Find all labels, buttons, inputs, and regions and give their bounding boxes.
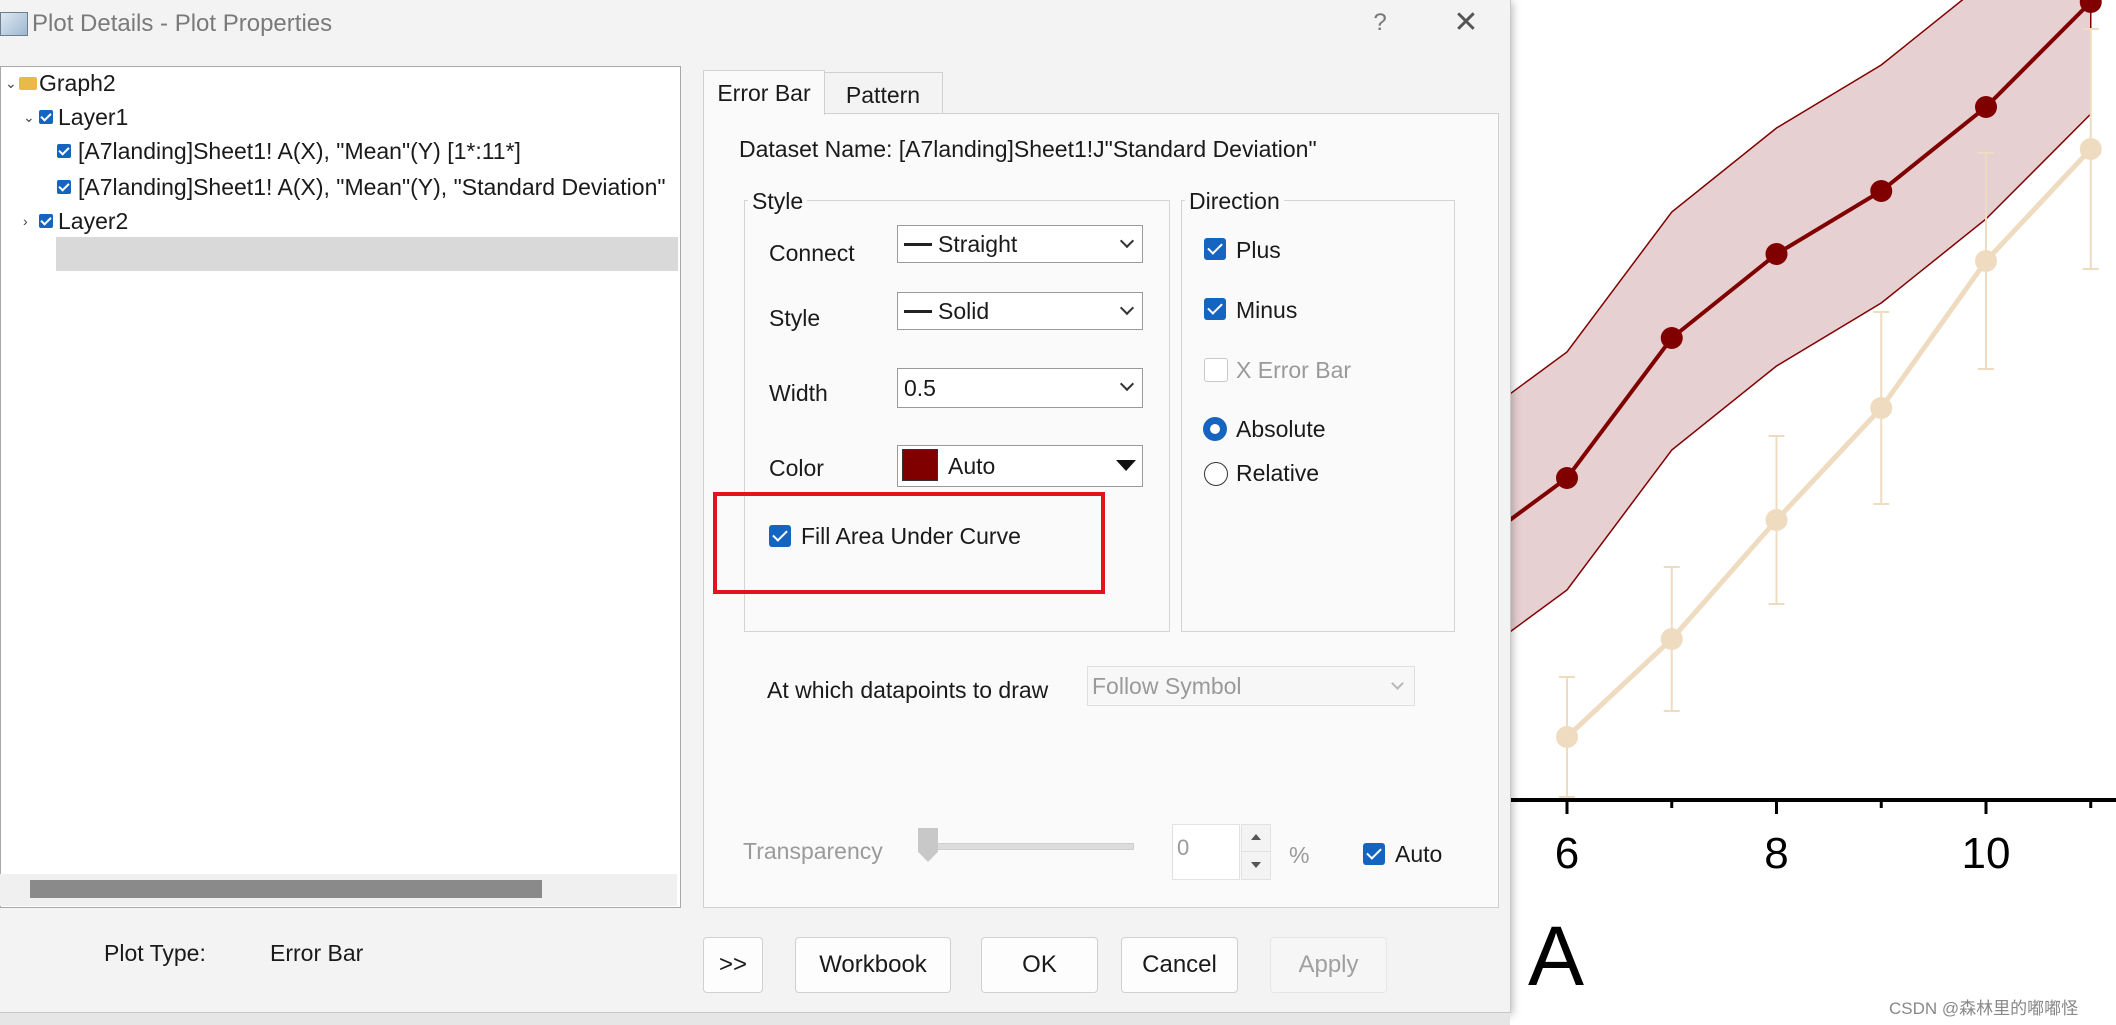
series-dark-point xyxy=(1765,243,1788,265)
series-light-point xyxy=(1870,397,1893,419)
triangle-up-icon xyxy=(1251,834,1261,840)
checkbox-icon[interactable] xyxy=(39,110,53,124)
color-swatch xyxy=(902,449,938,481)
x-axis-title: A xyxy=(1528,909,1585,1003)
plot-type-label: Plot Type: xyxy=(104,940,206,966)
plot-tree[interactable]: ⌄ Graph2 ⌄ Layer1 [A7landing]Sheet1! A(X… xyxy=(0,66,681,908)
taskbar-strip xyxy=(0,1013,1510,1025)
series-dark-point xyxy=(1556,467,1578,489)
x-tick-label: 6 xyxy=(1555,829,1579,878)
plus-label: Plus xyxy=(1236,237,1281,263)
graph-plot: 6 8 10 xyxy=(1500,0,2116,878)
color-label: Color xyxy=(769,455,824,481)
chevron-down-icon[interactable]: ⌄ xyxy=(23,110,35,124)
line-sample-icon xyxy=(904,310,932,313)
series-light-point xyxy=(1975,250,1997,272)
tree-item-label: Layer1 xyxy=(58,104,129,130)
x-tick-label: 10 xyxy=(1962,829,2011,878)
triangle-down-icon xyxy=(1251,862,1261,868)
direction-group-title: Direction xyxy=(1185,188,1284,215)
transparency-input[interactable]: 0 xyxy=(1172,824,1240,880)
datapoints-select[interactable]: Follow Symbol xyxy=(1087,666,1415,706)
line-sample-icon xyxy=(904,243,932,246)
color-select[interactable]: Auto xyxy=(897,445,1143,487)
checkbox-icon[interactable] xyxy=(57,144,71,158)
percent-unit: % xyxy=(1289,842,1310,868)
connect-label: Connect xyxy=(769,240,855,266)
tree-item-label: Layer2 xyxy=(58,208,129,234)
tab-pattern[interactable]: Pattern xyxy=(823,72,943,113)
checkbox-icon[interactable] xyxy=(39,214,53,228)
series-dark-point xyxy=(1660,327,1683,349)
chevron-down-icon xyxy=(1119,300,1135,316)
transparency-label: Transparency xyxy=(743,838,883,864)
close-button[interactable]: ✕ xyxy=(1444,4,1488,42)
x-error-bar-label: X Error Bar xyxy=(1236,357,1352,383)
plot-type-value: Error Bar xyxy=(270,940,364,966)
x-error-bar-checkbox[interactable] xyxy=(1204,358,1228,382)
transparency-auto-label: Auto xyxy=(1395,841,1443,867)
width-select[interactable]: 0.5 xyxy=(897,368,1143,408)
plot-details-dialog: Plot Details - Plot Properties ? ✕ ⌄ Gra… xyxy=(0,0,1511,1013)
help-button[interactable]: ? xyxy=(1360,6,1400,40)
style-label: Style xyxy=(769,305,821,331)
chevron-down-icon xyxy=(1391,677,1404,690)
triangle-down-icon xyxy=(1116,460,1136,471)
apply-button[interactable]: Apply xyxy=(1270,937,1387,993)
plus-checkbox[interactable] xyxy=(1204,238,1226,260)
tree-selection-highlight xyxy=(56,237,678,271)
connect-select[interactable]: Straight xyxy=(897,225,1143,263)
width-label: Width xyxy=(769,380,828,406)
absolute-radio[interactable] xyxy=(1203,417,1227,441)
series-light-point xyxy=(1765,509,1788,531)
spin-down-button[interactable] xyxy=(1241,851,1271,880)
expand-button[interactable]: >> xyxy=(703,937,763,993)
chevron-right-icon[interactable]: › xyxy=(23,214,35,228)
absolute-label: Absolute xyxy=(1236,416,1326,442)
transparency-auto-checkbox[interactable] xyxy=(1363,843,1385,865)
chevron-down-icon xyxy=(1119,233,1135,249)
title-bar: Plot Details - Plot Properties ? ✕ xyxy=(0,0,1510,48)
watermark: CSDN @森林里的嘟嘟怪 xyxy=(1889,999,2079,1018)
connect-value: Straight xyxy=(938,231,1018,257)
series-light-point xyxy=(1556,726,1578,748)
relative-radio[interactable] xyxy=(1204,462,1228,486)
datapoints-value: Follow Symbol xyxy=(1092,673,1242,699)
error-band xyxy=(1500,0,2092,641)
app-icon xyxy=(0,12,28,36)
tree-item-label: [A7landing]Sheet1! A(X), "Mean"(Y) [1*:1… xyxy=(78,138,521,164)
tree-item-label: [A7landing]Sheet1! A(X), "Mean"(Y), "Sta… xyxy=(78,174,666,200)
color-value: Auto xyxy=(948,453,996,479)
datapoints-label: At which datapoints to draw xyxy=(767,677,1049,703)
series-light-point xyxy=(2079,138,2102,160)
series-dark-point xyxy=(1870,180,1893,202)
line-style-value: Solid xyxy=(938,298,990,324)
tab-error-bar[interactable]: Error Bar xyxy=(703,70,825,115)
spin-up-button[interactable] xyxy=(1241,824,1271,852)
dataset-name: Dataset Name: [A7landing]Sheet1!J"Standa… xyxy=(739,136,1317,162)
cancel-button[interactable]: Cancel xyxy=(1121,937,1238,993)
window-title: Plot Details - Plot Properties xyxy=(32,10,333,37)
tree-item-label: Graph2 xyxy=(39,70,116,96)
minus-label: Minus xyxy=(1236,297,1298,323)
minus-checkbox[interactable] xyxy=(1204,298,1226,320)
relative-label: Relative xyxy=(1236,460,1320,486)
transparency-slider-track[interactable] xyxy=(918,843,1134,850)
x-tick-label: 8 xyxy=(1764,829,1788,878)
width-value: 0.5 xyxy=(904,375,936,401)
workbook-button[interactable]: Workbook xyxy=(795,937,951,993)
line-style-select[interactable]: Solid xyxy=(897,292,1143,330)
ok-button[interactable]: OK xyxy=(981,937,1098,993)
highlight-annotation xyxy=(713,492,1105,594)
chevron-down-icon[interactable]: ⌄ xyxy=(5,76,17,90)
folder-icon xyxy=(19,77,37,90)
chevron-down-icon xyxy=(1119,376,1135,392)
transparency-value: 0 xyxy=(1177,835,1190,860)
style-group-title: Style xyxy=(748,188,808,215)
scrollbar-thumb[interactable] xyxy=(30,880,542,898)
series-dark-point xyxy=(1975,96,1997,118)
checkbox-icon[interactable] xyxy=(57,180,71,194)
graph-area: 6 8 10 A xyxy=(1500,0,2116,1025)
series-light-point xyxy=(1660,628,1683,650)
